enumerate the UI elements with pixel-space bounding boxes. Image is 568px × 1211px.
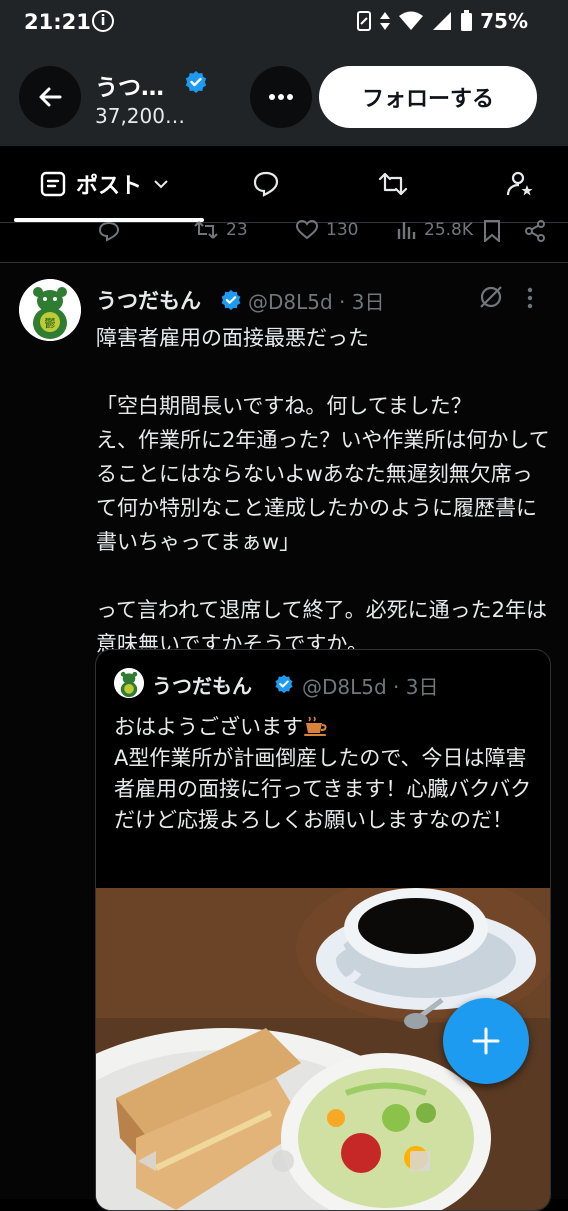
author-name[interactable]: うつだもん [96, 285, 201, 315]
speech-bubble-icon[interactable] [252, 170, 280, 198]
data-arrows-icon [380, 12, 391, 30]
quoted-handle-timestamp: @D8L5d · 3日 [302, 675, 439, 699]
avatar[interactable]: 鬱 [19, 279, 81, 341]
coffee-cup-emoji-icon [304, 716, 327, 736]
tab-posts-label: ポスト [76, 174, 143, 199]
quoted-tweet-text: おはようございます A型作業所が計画倒産したので、今日は障害者雇用の面接に行って… [114, 712, 539, 836]
more-vertical-icon[interactable] [526, 287, 534, 309]
verified-badge-icon [185, 71, 207, 93]
profile-header: うつ… 37,200… フォローする [0, 46, 568, 146]
repost-button[interactable]: 23 [194, 220, 248, 240]
back-button[interactable] [19, 66, 81, 128]
quoted-text-rest: A型作業所が計画倒産したので、今日は障害者雇用の面接に行ってきます！心臓バクバク… [114, 746, 532, 832]
reply-button[interactable] [98, 222, 120, 242]
views-button[interactable]: 25.8K [396, 220, 473, 240]
verified-badge-icon [275, 674, 293, 694]
quoted-author-name: うつだもん [152, 674, 252, 698]
battery-icon [461, 10, 473, 31]
vibrate-icon [357, 11, 372, 31]
battery-percent: 75% [480, 9, 528, 33]
nav-back-icon[interactable] [134, 1148, 160, 1174]
quoted-text-line1: おはようございます [114, 715, 303, 739]
status-bar: 21:21 i 75% [0, 0, 568, 46]
signal-icon [433, 12, 452, 30]
clock: 21:21 [24, 10, 91, 34]
view-count: 25.8K [424, 220, 473, 240]
tweet-text: 障害者雇用の面接最悪だった 「空白期間長いですね。何してました？ え、作業所に2… [96, 326, 550, 656]
repost-icon[interactable] [378, 170, 408, 198]
quoted-avatar [114, 668, 144, 698]
bear-mascot-avatar-icon [114, 668, 144, 698]
more-options-button[interactable] [250, 66, 312, 128]
quoted-tweet[interactable]: うつだもん @D8L5d · 3日 おはようございます A型作業所が計画倒産した… [95, 649, 551, 1211]
verified-badge-icon [221, 289, 241, 311]
repost-count: 23 [226, 220, 248, 240]
bear-mascot-avatar-icon: 鬱 [19, 279, 81, 341]
document-icon [40, 171, 66, 197]
profile-name: うつ… [95, 75, 164, 101]
chevron-down-icon[interactable] [152, 178, 170, 190]
wifi-icon [399, 11, 424, 30]
repost-icon [194, 221, 218, 239]
share-icon[interactable] [524, 220, 546, 242]
like-button[interactable]: 130 [296, 220, 358, 240]
info-icon: i [92, 10, 114, 32]
grok-icon[interactable] [478, 284, 504, 310]
arrow-left-icon [39, 87, 62, 107]
svg-text:鬱: 鬱 [45, 317, 56, 330]
post-count: 37,200… [95, 104, 185, 128]
tab-posts[interactable]: ポスト [40, 168, 170, 200]
ellipsis-icon [269, 94, 293, 100]
compose-button[interactable] [443, 998, 529, 1084]
nav-recents-icon[interactable] [408, 1149, 432, 1173]
bookmark-icon[interactable] [482, 220, 502, 242]
status-icons: 75% [356, 9, 528, 33]
profile-tabs: ポスト [0, 148, 568, 223]
heart-icon [296, 220, 318, 240]
person-star-icon[interactable] [506, 170, 534, 198]
author-handle-timestamp: @D8L5d · 3日 [248, 290, 385, 314]
reply-icon [98, 222, 120, 242]
like-count: 130 [326, 220, 359, 240]
system-navigation-bar [0, 1140, 568, 1199]
follow-button[interactable]: フォローする [319, 66, 537, 128]
bar-chart-icon [397, 222, 416, 239]
plus-icon [472, 1027, 500, 1055]
previous-post-action-bar: 23 130 25.8K [0, 220, 568, 263]
nav-home-icon[interactable] [270, 1148, 296, 1174]
